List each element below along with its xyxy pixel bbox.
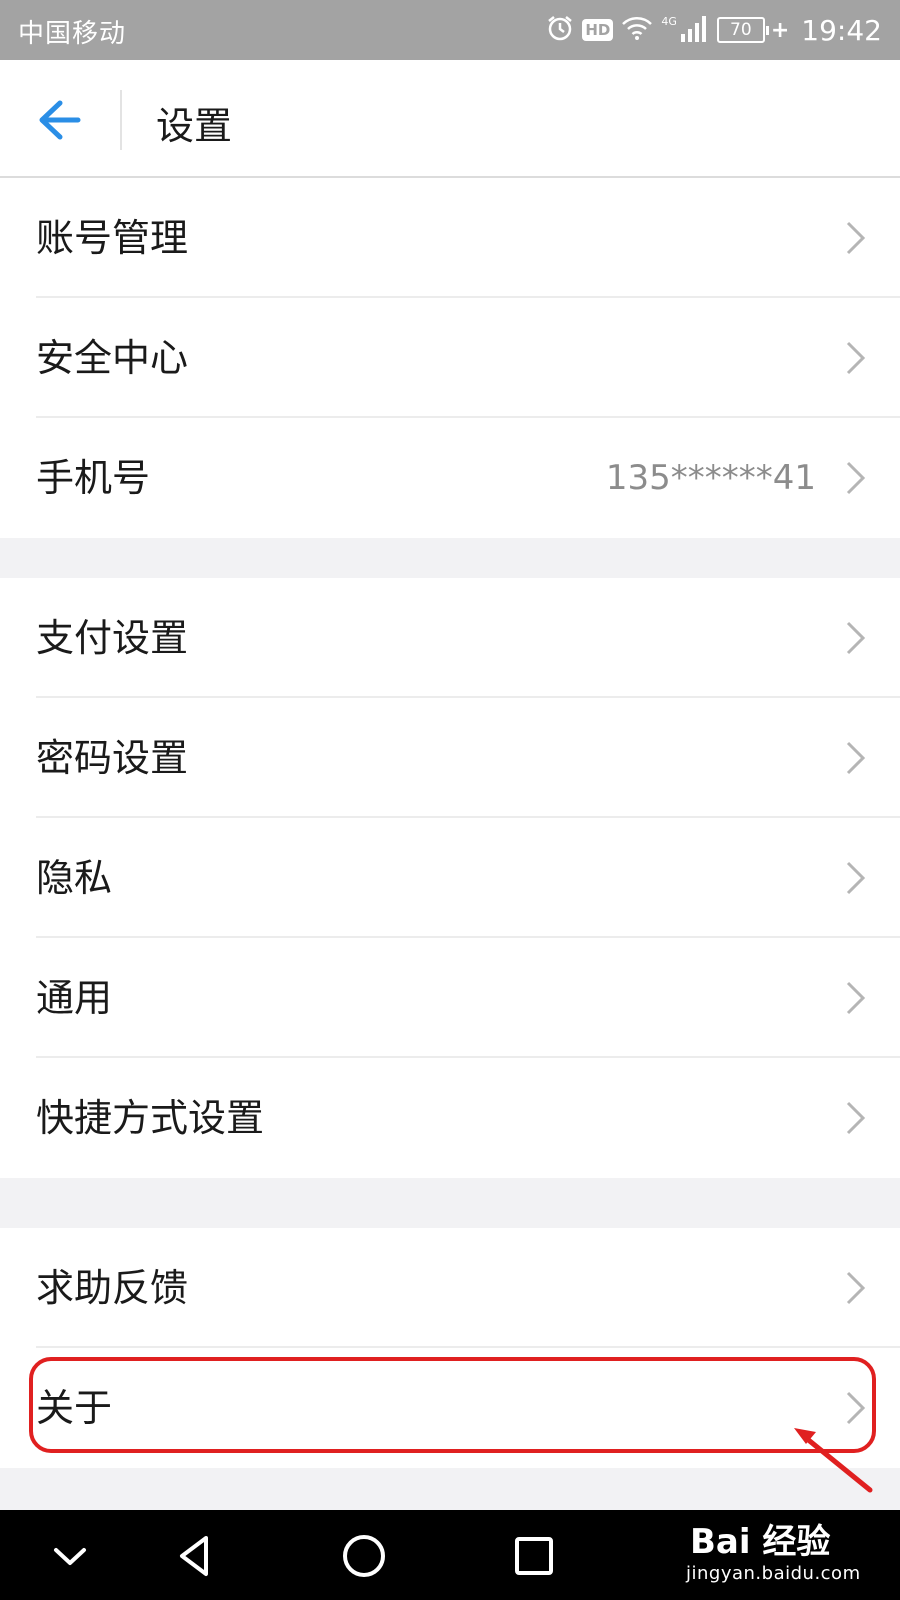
- chevron-right-icon: [846, 461, 866, 495]
- settings-item-label: 密码设置: [36, 736, 189, 780]
- chevron-right-icon: [846, 1271, 866, 1305]
- settings-item-label: 安全中心: [36, 336, 189, 380]
- settings-item-label: 快捷方式设置: [36, 1096, 265, 1140]
- chevron-right-icon: [846, 341, 866, 375]
- clock-time: 19:42: [801, 13, 882, 47]
- wifi-icon: [621, 15, 653, 45]
- red-arrow-annotation: [794, 1428, 873, 1493]
- recents-square-icon[interactable]: [506, 1528, 562, 1584]
- app-bar: 设置: [0, 60, 900, 178]
- settings-item-phone-number[interactable]: 手机号 135******41: [0, 418, 900, 538]
- carrier-name: 中国移动: [18, 19, 127, 49]
- network-type-label: 4G: [661, 14, 677, 28]
- back-triangle-icon[interactable]: [168, 1528, 224, 1584]
- chevron-down-icon[interactable]: [42, 1528, 98, 1584]
- signal-icon: [679, 14, 709, 46]
- battery-icon: 70 +: [716, 17, 790, 43]
- chevron-right-icon: [846, 861, 866, 895]
- settings-item-label: 通用: [36, 976, 113, 1020]
- settings-item-label: 手机号: [36, 456, 151, 500]
- status-icons: HD 4G 70 + 19:42: [546, 10, 882, 50]
- settings-group-account: 账号管理 安全中心 手机号 135******41: [0, 178, 900, 538]
- watermark: Bai 经验 jingyan.baidu.com: [686, 1506, 886, 1596]
- settings-group-general: 支付设置 密码设置 隐私 通用 快捷方式设置: [0, 578, 900, 1178]
- settings-item-label: 隐私: [36, 856, 113, 900]
- alarm-icon: [546, 14, 574, 46]
- charging-icon: +: [770, 17, 790, 43]
- status-bar: 中国移动 HD 4G 70 + 19:42: [0, 0, 900, 60]
- chevron-right-icon: [846, 1101, 866, 1135]
- watermark-url: jingyan.baidu.com: [686, 1563, 861, 1584]
- settings-item-label: 账号管理: [36, 216, 189, 260]
- settings-item-account-management[interactable]: 账号管理: [0, 178, 900, 298]
- settings-item-label: 求助反馈: [36, 1266, 189, 1310]
- home-circle-icon[interactable]: [336, 1528, 392, 1584]
- settings-item-password[interactable]: 密码设置: [0, 698, 900, 818]
- page-title: 设置: [156, 104, 233, 148]
- settings-item-general[interactable]: 通用: [0, 938, 900, 1058]
- settings-item-shortcuts[interactable]: 快捷方式设置: [0, 1058, 900, 1178]
- settings-item-help-feedback[interactable]: 求助反馈: [0, 1228, 900, 1348]
- battery-level: 70: [716, 17, 765, 43]
- settings-item-label: 支付设置: [36, 616, 189, 660]
- back-button[interactable]: [30, 90, 90, 150]
- chevron-right-icon: [846, 741, 866, 775]
- chevron-right-icon: [846, 981, 866, 1015]
- chevron-right-icon: [846, 621, 866, 655]
- settings-item-security-center[interactable]: 安全中心: [0, 298, 900, 418]
- chevron-right-icon: [846, 221, 866, 255]
- watermark-brand: Bai 经验: [690, 1522, 831, 1562]
- settings-item-payment[interactable]: 支付设置: [0, 578, 900, 698]
- header-divider: [120, 90, 122, 150]
- phone-number-value: 135******41: [605, 458, 816, 498]
- highlight-box: [29, 1357, 876, 1453]
- settings-item-privacy[interactable]: 隐私: [0, 818, 900, 938]
- back-arrow-icon: [39, 100, 81, 140]
- hd-icon: HD: [582, 19, 614, 41]
